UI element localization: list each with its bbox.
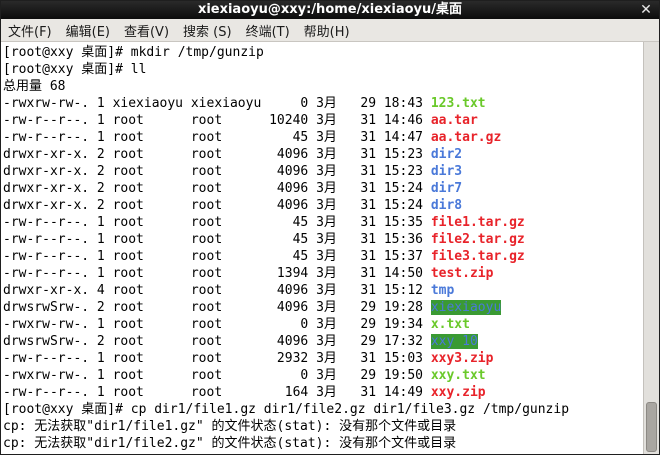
menu-view[interactable]: 查看(V) xyxy=(117,21,176,40)
file-meta: drwxr-xr-x. 2 root root 4096 3月 31 15:24 xyxy=(3,181,431,196)
menu-file[interactable]: 文件(F) xyxy=(1,21,59,40)
file-meta: -rw-r--r--. 1 root root 2932 3月 31 15:03 xyxy=(3,351,431,366)
terminal-output[interactable]: [root@xxy 桌面]# mkdir /tmp/gunzip [root@x… xyxy=(1,42,644,454)
file-meta: -rw-r--r--. 1 root root 45 3月 31 15:36 xyxy=(3,232,431,247)
scrollbar-thumb[interactable] xyxy=(646,402,657,452)
file-name: xxy.zip xyxy=(430,385,486,400)
menu-bar: 文件(F) 编辑(E) 查看(V) 搜索 (S) 终端(T) 帮助(H) xyxy=(1,19,659,42)
listing-row: drwxr-xr-x. 2 root root 4096 3月 31 15:23… xyxy=(3,146,644,163)
file-name: xxy.txt xyxy=(430,368,486,383)
file-name: file2.tar.gz xyxy=(430,232,525,247)
file-name: aa.tar.gz xyxy=(430,130,502,145)
file-name: xiexiaoyu xyxy=(430,300,502,315)
file-meta: -rwxrw-rw-. 1 xiexiaoyu xiexiaoyu 0 3月 2… xyxy=(3,96,431,111)
error-line: cp: 无法获取"dir1/file2.gz" 的文件状态(stat): 没有那… xyxy=(3,436,457,451)
menu-terminal[interactable]: 终端(T) xyxy=(239,21,297,40)
listing-row: -rw-r--r--. 1 root root 45 3月 31 14:47 a… xyxy=(3,129,644,146)
listing-row: -rw-r--r--. 1 root root 164 3月 31 14:49 … xyxy=(3,384,644,401)
file-name: file1.tar.gz xyxy=(430,215,525,230)
file-meta: -rw-r--r--. 1 root root 10240 3月 31 14:4… xyxy=(3,113,431,128)
title-bar[interactable]: xiexiaoyu@xxy:/home/xiexiaoyu/桌面 ✕ xyxy=(1,1,659,19)
file-meta: -rw-r--r--. 1 root root 1394 3月 31 14:50 xyxy=(3,266,431,281)
file-name: dir3 xyxy=(430,164,463,179)
menu-help[interactable]: 帮助(H) xyxy=(297,21,357,40)
file-meta: drwxr-xr-x. 2 root root 4096 3月 31 15:24 xyxy=(3,198,431,213)
listing-row: -rwxrw-rw-. 1 xiexiaoyu xiexiaoyu 0 3月 2… xyxy=(3,95,644,112)
listing-row: -rw-r--r--. 1 root root 10240 3月 31 14:4… xyxy=(3,112,644,129)
file-name: aa.tar xyxy=(430,113,478,128)
file-listing: -rwxrw-rw-. 1 xiexiaoyu xiexiaoyu 0 3月 2… xyxy=(3,95,644,401)
file-name: test.zip xyxy=(430,266,494,281)
file-name: 123.txt xyxy=(430,96,486,111)
listing-row: -rwxrw-rw-. 1 root root 0 3月 29 19:34 x.… xyxy=(3,316,644,333)
file-meta: -rw-r--r--. 1 root root 45 3月 31 14:47 xyxy=(3,130,431,145)
menu-edit[interactable]: 编辑(E) xyxy=(59,21,117,40)
listing-row: drwsrwSrw-. 2 root root 4096 3月 29 19:28… xyxy=(3,299,644,316)
file-name: dir2 xyxy=(430,147,463,162)
file-name: file3.tar.gz xyxy=(430,249,525,264)
file-meta: drwxr-xr-x. 2 root root 4096 3月 31 15:23 xyxy=(3,164,431,179)
file-meta: -rw-r--r--. 1 root root 45 3月 31 15:37 xyxy=(3,249,431,264)
file-meta: -rwxrw-rw-. 1 root root 0 3月 29 19:50 xyxy=(3,368,431,383)
close-icon[interactable]: ✕ xyxy=(639,1,653,19)
listing-row: -rw-r--r--. 1 root root 2932 3月 31 15:03… xyxy=(3,350,644,367)
listing-row: -rwxrw-rw-. 1 root root 0 3月 29 19:50 xx… xyxy=(3,367,644,384)
command-line: [root@xxy 桌面]# mkdir /tmp/gunzip xyxy=(3,45,264,60)
listing-row: drwxr-xr-x. 2 root root 4096 3月 31 15:23… xyxy=(3,163,644,180)
command-line: [root@xxy 桌面]# cp dir1/file1.gz dir1/fil… xyxy=(3,402,570,417)
total-line: 总用量 68 xyxy=(3,79,66,94)
file-meta: drwxr-xr-x. 4 root root 4096 3月 31 15:12 xyxy=(3,283,431,298)
listing-row: -rw-r--r--. 1 root root 45 3月 31 15:36 f… xyxy=(3,231,644,248)
listing-row: drwxr-xr-x. 2 root root 4096 3月 31 15:24… xyxy=(3,180,644,197)
listing-row: drwsrwSrw-. 2 root root 4096 3月 29 17:32… xyxy=(3,333,644,350)
file-meta: -rw-r--r--. 1 root root 164 3月 31 14:49 xyxy=(3,385,431,400)
file-name: xxy3.zip xyxy=(430,351,494,366)
file-name: tmp xyxy=(430,283,455,298)
terminal-window: xiexiaoyu@xxy:/home/xiexiaoyu/桌面 ✕ 文件(F)… xyxy=(0,0,660,455)
vertical-scrollbar[interactable] xyxy=(643,42,659,454)
menu-search[interactable]: 搜索 (S) xyxy=(176,21,239,40)
file-name: dir8 xyxy=(430,198,463,213)
file-meta: drwsrwSrw-. 2 root root 4096 3月 29 19:28 xyxy=(3,300,431,315)
error-line: cp: 无法获取"dir1/file1.gz" 的文件状态(stat): 没有那… xyxy=(3,419,457,434)
file-meta: -rwxrw-rw-. 1 root root 0 3月 29 19:34 xyxy=(3,317,431,332)
listing-row: -rw-r--r--. 1 root root 1394 3月 31 14:50… xyxy=(3,265,644,282)
command-line: [root@xxy 桌面]# ll xyxy=(3,62,147,77)
listing-row: -rw-r--r--. 1 root root 45 3月 31 15:37 f… xyxy=(3,248,644,265)
file-meta: -rw-r--r--. 1 root root 45 3月 31 15:35 xyxy=(3,215,431,230)
file-name: xxy 10 xyxy=(430,334,478,349)
listing-row: -rw-r--r--. 1 root root 45 3月 31 15:35 f… xyxy=(3,214,644,231)
listing-row: drwxr-xr-x. 4 root root 4096 3月 31 15:12… xyxy=(3,282,644,299)
file-name: x.txt xyxy=(430,317,470,332)
listing-row: drwxr-xr-x. 2 root root 4096 3月 31 15:24… xyxy=(3,197,644,214)
file-meta: drwsrwSrw-. 2 root root 4096 3月 29 17:32 xyxy=(3,334,431,349)
file-name: dir7 xyxy=(430,181,463,196)
file-meta: drwxr-xr-x. 2 root root 4096 3月 31 15:23 xyxy=(3,147,431,162)
window-title: xiexiaoyu@xxy:/home/xiexiaoyu/桌面 xyxy=(197,2,463,17)
